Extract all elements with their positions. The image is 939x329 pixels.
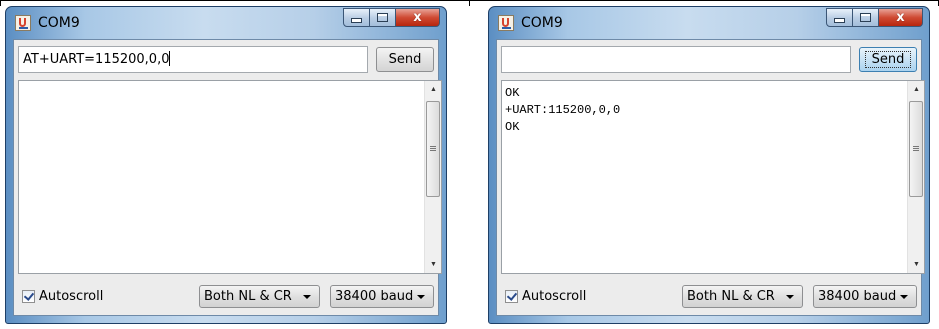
maximize-icon [377, 13, 388, 22]
autoscroll-checkbox[interactable] [505, 290, 518, 303]
chevron-down-icon [303, 295, 311, 299]
minimize-icon [351, 18, 362, 23]
status-bar: Autoscroll Both NL & CR 38400 baud [501, 280, 917, 314]
send-button[interactable]: Send [859, 47, 917, 72]
top-tick [0, 0, 1, 6]
scrollbar-thumb[interactable] [426, 101, 440, 197]
window-client-area: AT+UART=115200,0,0 Send ▲ ▼ Autoscroll B… [13, 39, 442, 316]
chevron-down-icon [417, 295, 425, 299]
serial-output-area[interactable]: ▲ ▼ [18, 80, 442, 274]
arduino-java-icon[interactable] [15, 15, 31, 31]
vertical-scrollbar[interactable]: ▲ ▼ [907, 81, 924, 273]
command-input-value: AT+UART=115200,0,0 [23, 52, 170, 67]
close-button[interactable]: x [879, 8, 923, 27]
baud-rate-select[interactable]: 38400 baud [813, 285, 917, 308]
title-bar[interactable]: COM9 x [6, 7, 446, 39]
command-input[interactable]: AT+UART=115200,0,0 [18, 46, 368, 73]
line-ending-select[interactable]: Both NL & CR [199, 285, 320, 308]
send-button[interactable]: Send [376, 47, 434, 72]
caption-buttons: x [826, 8, 923, 28]
close-icon: x [896, 10, 905, 25]
close-icon: x [413, 10, 422, 25]
maximize-icon [860, 13, 871, 22]
grip-icon [913, 146, 919, 152]
line-ending-value: Both NL & CR [687, 289, 775, 304]
vertical-scrollbar[interactable]: ▲ ▼ [424, 81, 441, 273]
output-lines: OK +UART:115200,0,0 OK [505, 85, 620, 136]
maximize-button[interactable] [370, 8, 396, 27]
baud-rate-value: 38400 baud [818, 289, 897, 304]
top-tick [469, 0, 470, 6]
line-ending-value: Both NL & CR [204, 289, 292, 304]
scrollbar-thumb[interactable] [909, 101, 923, 197]
output-line: OK [505, 120, 520, 134]
autoscroll-label: Autoscroll [522, 289, 587, 304]
scroll-up-arrow-icon[interactable]: ▲ [425, 81, 442, 98]
minimize-button[interactable] [343, 8, 370, 27]
maximize-button[interactable] [853, 8, 879, 27]
arduino-java-icon[interactable] [498, 15, 514, 31]
status-bar: Autoscroll Both NL & CR 38400 baud [18, 280, 434, 314]
output-line: OK [505, 86, 520, 100]
caption-buttons: x [343, 8, 440, 28]
close-button[interactable]: x [396, 8, 440, 27]
scroll-up-arrow-icon[interactable]: ▲ [908, 81, 925, 98]
autoscroll-option[interactable]: Autoscroll [22, 289, 103, 304]
minimize-button[interactable] [826, 8, 853, 27]
minimize-icon [834, 18, 845, 23]
autoscroll-label: Autoscroll [39, 289, 104, 304]
autoscroll-checkbox[interactable] [22, 290, 35, 303]
text-caret [169, 51, 171, 66]
baud-rate-value: 38400 baud [335, 289, 414, 304]
line-ending-select[interactable]: Both NL & CR [682, 285, 803, 308]
chevron-down-icon [786, 295, 794, 299]
window-title: COM9 [521, 15, 563, 31]
autoscroll-option[interactable]: Autoscroll [505, 289, 586, 304]
serial-monitor-window-right: COM9 x Send OK +UART:115200,0,0 OK ▲ ▼ A… [488, 6, 930, 324]
window-title: COM9 [38, 15, 80, 31]
send-button-label: Send [388, 52, 422, 67]
scroll-down-arrow-icon[interactable]: ▼ [425, 256, 442, 273]
grip-icon [430, 146, 436, 152]
serial-output-area[interactable]: OK +UART:115200,0,0 OK ▲ ▼ [501, 80, 925, 274]
command-input[interactable] [501, 46, 851, 73]
chevron-down-icon [900, 295, 908, 299]
serial-monitor-window-left: COM9 x AT+UART=115200,0,0 Send ▲ ▼ Autos… [5, 6, 447, 324]
baud-rate-select[interactable]: 38400 baud [330, 285, 434, 308]
title-bar[interactable]: COM9 x [489, 7, 929, 39]
send-button-label: Send [864, 51, 912, 68]
window-client-area: Send OK +UART:115200,0,0 OK ▲ ▼ Autoscro… [496, 39, 925, 316]
output-line: +UART:115200,0,0 [505, 103, 621, 117]
scroll-down-arrow-icon[interactable]: ▼ [908, 256, 925, 273]
